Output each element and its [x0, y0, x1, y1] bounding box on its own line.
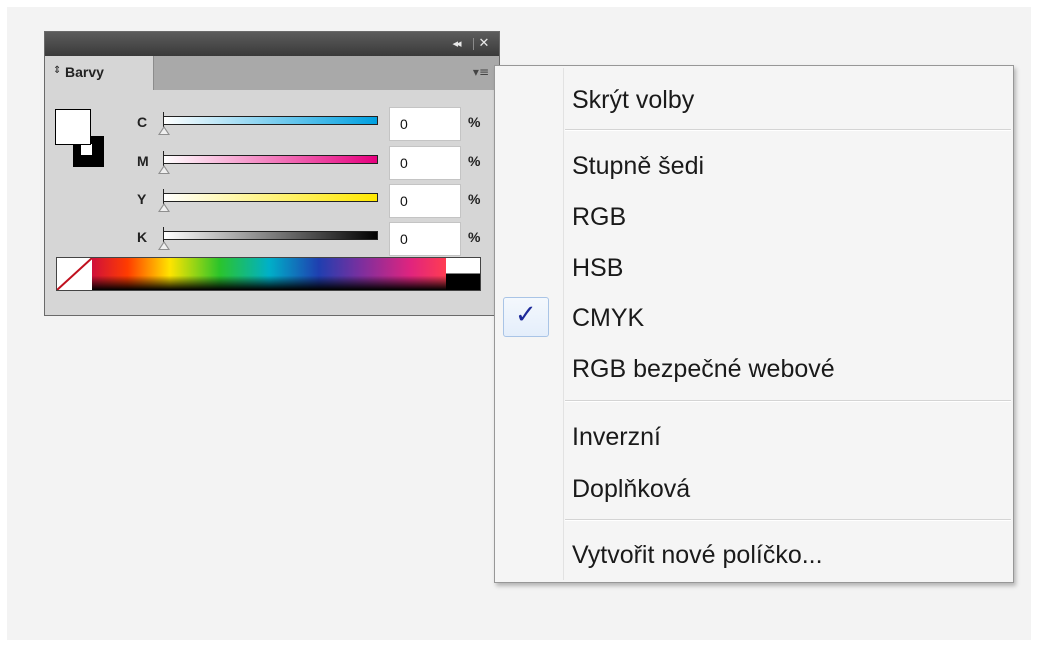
close-icon[interactable]: ✕ [477, 35, 491, 53]
menu-item-label: Skrýt volby [572, 86, 695, 114]
panel-titlebar[interactable]: ◂◂ ✕ [45, 32, 499, 56]
menu-item-rgb[interactable]: RGB [495, 193, 1013, 239]
slider-row-c: C % [45, 107, 501, 144]
slider-label: Y [137, 191, 147, 207]
panel-menu-icon[interactable]: ▾≡ [467, 64, 489, 80]
menu-item-hide-options[interactable]: Skrýt volby [495, 76, 1013, 122]
slider-row-y: Y % [45, 184, 501, 221]
slider-track[interactable] [163, 231, 378, 240]
menu-item-label: Vytvořit nové políčko... [572, 541, 823, 569]
slider-thumb[interactable] [158, 203, 170, 212]
menu-item-grayscale[interactable]: Stupně šedi [495, 142, 1013, 188]
menu-item-label: RGB [572, 203, 627, 231]
slider-thumb[interactable] [158, 126, 170, 135]
menu-separator [565, 129, 1011, 131]
unit-label: % [468, 229, 481, 245]
menu-item-invert[interactable]: Inverzní [495, 413, 1013, 459]
menu-separator [565, 519, 1011, 521]
menu-item-label: RGB bezpečné webové [572, 355, 835, 383]
color-spectrum-ramp[interactable] [56, 257, 481, 291]
tab-barvy[interactable]: ⇕ Barvy [45, 56, 154, 90]
slider-track[interactable] [163, 116, 378, 125]
menu-item-label: Stupně šedi [572, 152, 705, 180]
white-black-swatch[interactable] [446, 258, 480, 290]
slider-thumb[interactable] [158, 165, 170, 174]
menu-item-complement[interactable]: Doplňková [495, 465, 1013, 511]
menu-item-new-swatch[interactable]: Vytvořit nové políčko... [495, 531, 1013, 577]
unit-label: % [468, 114, 481, 130]
tab-label: Barvy [65, 64, 104, 80]
checkmark-icon: ✓ [515, 300, 537, 330]
slider-label: K [137, 229, 148, 245]
menu-item-label: CMYK [572, 304, 645, 332]
slider-label: M [137, 153, 149, 169]
yellow-value-input[interactable] [389, 184, 461, 218]
slider-track[interactable] [163, 155, 378, 164]
none-swatch[interactable] [57, 258, 93, 290]
expand-arrows-icon[interactable]: ⇕ [53, 65, 61, 76]
slider-thumb[interactable] [158, 241, 170, 250]
slider-label: C [137, 114, 148, 130]
titlebar-divider [473, 38, 474, 50]
color-panel: ◂◂ ✕ ⇕ Barvy ▾≡ C % M % Y % K [44, 31, 500, 316]
magenta-value-input[interactable] [389, 146, 461, 180]
cyan-value-input[interactable] [389, 107, 461, 141]
black-value-input[interactable] [389, 222, 461, 256]
slider-track[interactable] [163, 193, 378, 202]
slider-row-m: M % [45, 146, 501, 183]
menu-item-cmyk[interactable]: ✓ CMYK [495, 294, 1013, 340]
checkmark-highlight: ✓ [503, 297, 549, 337]
menu-item-web-safe-rgb[interactable]: RGB bezpečné webové [495, 345, 1013, 391]
none-slash-icon [57, 258, 93, 290]
menu-separator [565, 400, 1011, 402]
menu-item-label: Inverzní [572, 423, 661, 451]
rainbow-ramp[interactable] [92, 258, 446, 290]
unit-label: % [468, 191, 481, 207]
slider-row-k: K % [45, 222, 501, 259]
menu-item-label: Doplňková [572, 475, 691, 503]
tab-strip: ⇕ Barvy ▾≡ [45, 56, 499, 90]
collapse-icon[interactable]: ◂◂ [447, 35, 465, 53]
menu-item-label: HSB [572, 254, 624, 282]
panel-flyout-menu: Skrýt volby Stupně šedi RGB HSB ✓ CMYK R… [494, 65, 1014, 583]
menu-item-hsb[interactable]: HSB [495, 244, 1013, 290]
unit-label: % [468, 153, 481, 169]
